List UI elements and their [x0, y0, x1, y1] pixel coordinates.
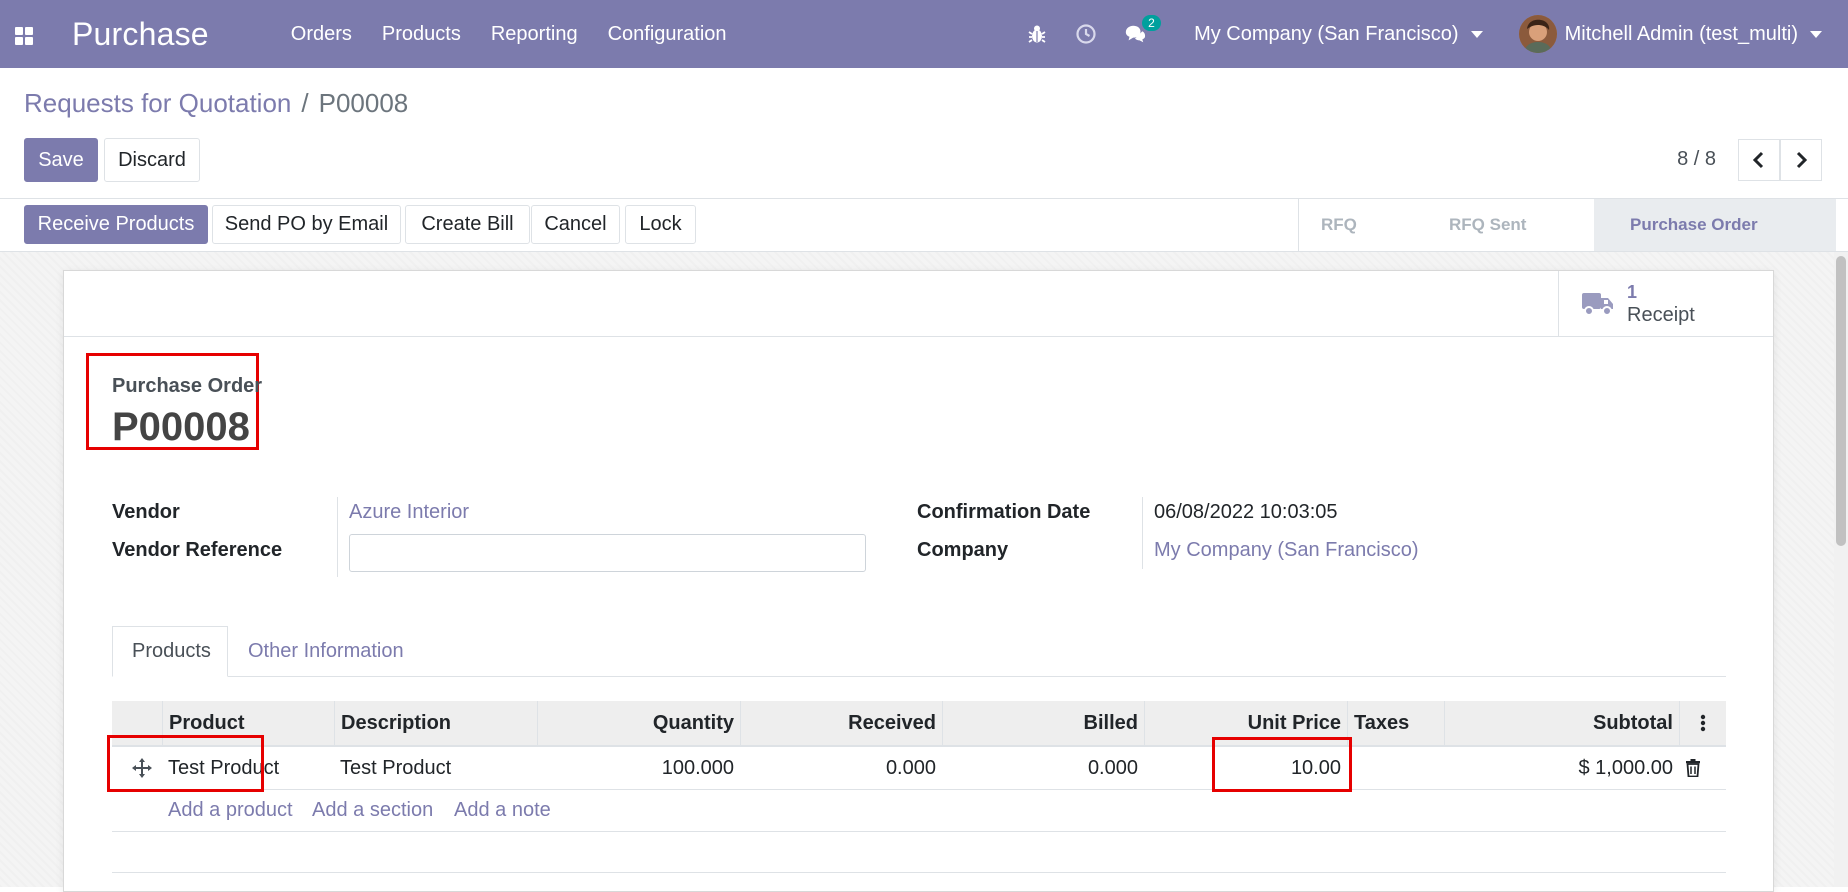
breadcrumb-parent-link[interactable]: Requests for Quotation	[24, 88, 291, 118]
column-received[interactable]: Received	[740, 701, 942, 745]
order-lines-header: Product Description Quantity Received Bi…	[112, 701, 1726, 747]
chevron-down-icon	[1470, 30, 1483, 38]
add-section-link[interactable]: Add a section	[312, 799, 433, 822]
status-step-purchase-order: Purchase Order	[1594, 199, 1836, 251]
scrollbar-thumb[interactable]	[1836, 256, 1846, 546]
send-po-email-button[interactable]: Send PO by Email	[212, 205, 401, 244]
vertical-dots-icon	[1700, 714, 1706, 732]
status-step-label: RFQ	[1321, 215, 1357, 234]
receive-products-button[interactable]: Receive Products	[24, 205, 208, 244]
company-switcher-label: My Company (San Francisco)	[1194, 22, 1459, 45]
cell-quantity[interactable]: 100.000	[537, 747, 740, 789]
column-taxes[interactable]: Taxes	[1347, 701, 1444, 745]
tab-other-information[interactable]: Other Information	[229, 626, 423, 676]
add-line-row: Add a product Add a section Add a note	[112, 789, 1726, 832]
company-switcher[interactable]: My Company (San Francisco)	[1194, 23, 1483, 46]
messages-badge: 2	[1142, 15, 1161, 31]
column-description[interactable]: Description	[334, 701, 537, 745]
vendor-field[interactable]: Azure Interior	[349, 501, 469, 524]
trash-icon	[1686, 759, 1700, 777]
activity-clock-icon[interactable]	[1075, 23, 1097, 45]
avatar	[1518, 15, 1557, 53]
field-divider	[1142, 497, 1143, 569]
delete-row-button[interactable]	[1679, 747, 1709, 789]
highlight-box-unit-price	[1212, 737, 1352, 792]
menu-orders[interactable]: Orders	[291, 23, 352, 46]
user-name: Mitchell Admin (test_multi)	[1564, 22, 1798, 45]
user-menu[interactable]: Mitchell Admin (test_multi)	[1518, 15, 1822, 53]
chevron-down-icon	[1810, 30, 1822, 38]
status-step-label: RFQ Sent	[1449, 215, 1527, 234]
discard-button[interactable]: Discard	[104, 138, 200, 182]
truck-icon	[1582, 292, 1613, 316]
control-panel: Requests for Quotation / P00008 Save Disca…	[0, 68, 1848, 199]
navbar-right: 2 My Company (San Francisco) Mitchell Ad…	[1026, 0, 1848, 68]
breadcrumb-separator: /	[301, 88, 309, 118]
menu-products[interactable]: Products	[382, 23, 461, 46]
cell-taxes[interactable]	[1347, 747, 1444, 789]
app-name: Purchase	[72, 15, 209, 52]
receipt-label: Receipt	[1627, 303, 1695, 326]
field-divider	[337, 497, 338, 577]
order-number: P00008	[112, 405, 250, 449]
save-button[interactable]: Save	[24, 138, 98, 182]
status-steps: RFQ RFQ Sent Purchase Order	[1298, 199, 1836, 251]
notebook-tabs: Products Other Information	[112, 626, 1726, 677]
breadcrumb: Requests for Quotation / P00008	[24, 88, 408, 119]
empty-row	[112, 832, 1726, 873]
smart-button-box: 1 Receipt	[64, 271, 1773, 337]
highlight-box-product	[107, 735, 264, 792]
messages-chat-icon[interactable]: 2	[1124, 15, 1161, 45]
table-row[interactable]: Test Product Test Product 100.000 0.000 …	[112, 747, 1726, 790]
vertical-scrollbar[interactable]	[1834, 252, 1848, 887]
pager-previous-button[interactable]	[1738, 139, 1780, 181]
status-step-rfq: RFQ	[1299, 199, 1419, 251]
receipt-count: 1	[1627, 281, 1638, 302]
tab-products[interactable]: Products	[112, 626, 228, 677]
cell-received[interactable]: 0.000	[740, 747, 942, 789]
cell-billed[interactable]: 0.000	[942, 747, 1144, 789]
order-type-label: Purchase Order	[112, 375, 263, 397]
debug-bug-icon[interactable]	[1026, 23, 1048, 45]
confirmation-date-field[interactable]: 06/08/2022 10:03:05	[1154, 501, 1338, 524]
column-quantity[interactable]: Quantity	[537, 701, 740, 745]
lock-button[interactable]: Lock	[625, 205, 696, 244]
top-navbar: Purchase Orders Products Reporting Confi…	[0, 0, 1848, 69]
column-billed[interactable]: Billed	[942, 701, 1144, 745]
column-subtotal[interactable]: Subtotal	[1444, 701, 1679, 745]
vendor-reference-input[interactable]	[349, 534, 866, 572]
cell-description[interactable]: Test Product	[334, 747, 537, 789]
vendor-label: Vendor	[112, 501, 180, 523]
menu-reporting[interactable]: Reporting	[491, 23, 578, 46]
add-product-link[interactable]: Add a product	[168, 799, 293, 822]
optional-columns-toggle[interactable]	[1679, 701, 1726, 745]
status-step-rfq-sent: RFQ Sent	[1419, 199, 1594, 251]
company-label: Company	[917, 539, 1009, 561]
pager-next-button[interactable]	[1780, 139, 1822, 181]
receipt-smart-button[interactable]: 1 Receipt	[1558, 271, 1773, 336]
chevron-right-icon	[1796, 151, 1808, 169]
cell-subtotal: $ 1,000.00	[1578, 756, 1673, 779]
form-sheet: 1 Receipt Purchase Order P00008 Vendor V…	[63, 270, 1774, 892]
form-statusbar: Receive Products Send PO by Email Create…	[0, 199, 1848, 252]
vendor-reference-label: Vendor Reference	[112, 539, 283, 561]
company-field[interactable]: My Company (San Francisco)	[1154, 539, 1419, 562]
cancel-order-button[interactable]: Cancel	[531, 205, 620, 244]
pager-value: 8 / 8	[1677, 148, 1716, 170]
chevron-left-icon	[1752, 151, 1764, 169]
menu-configuration[interactable]: Configuration	[608, 23, 727, 46]
add-note-link[interactable]: Add a note	[454, 799, 551, 822]
breadcrumb-current: P00008	[318, 88, 409, 118]
confirmation-date-label: Confirmation Date	[917, 501, 1091, 523]
apps-menu-icon[interactable]	[12, 22, 36, 46]
create-bill-button[interactable]: Create Bill	[405, 205, 530, 244]
status-step-label: Purchase Order	[1630, 215, 1758, 234]
main-menu: Orders Products Reporting Configuration	[291, 23, 757, 46]
